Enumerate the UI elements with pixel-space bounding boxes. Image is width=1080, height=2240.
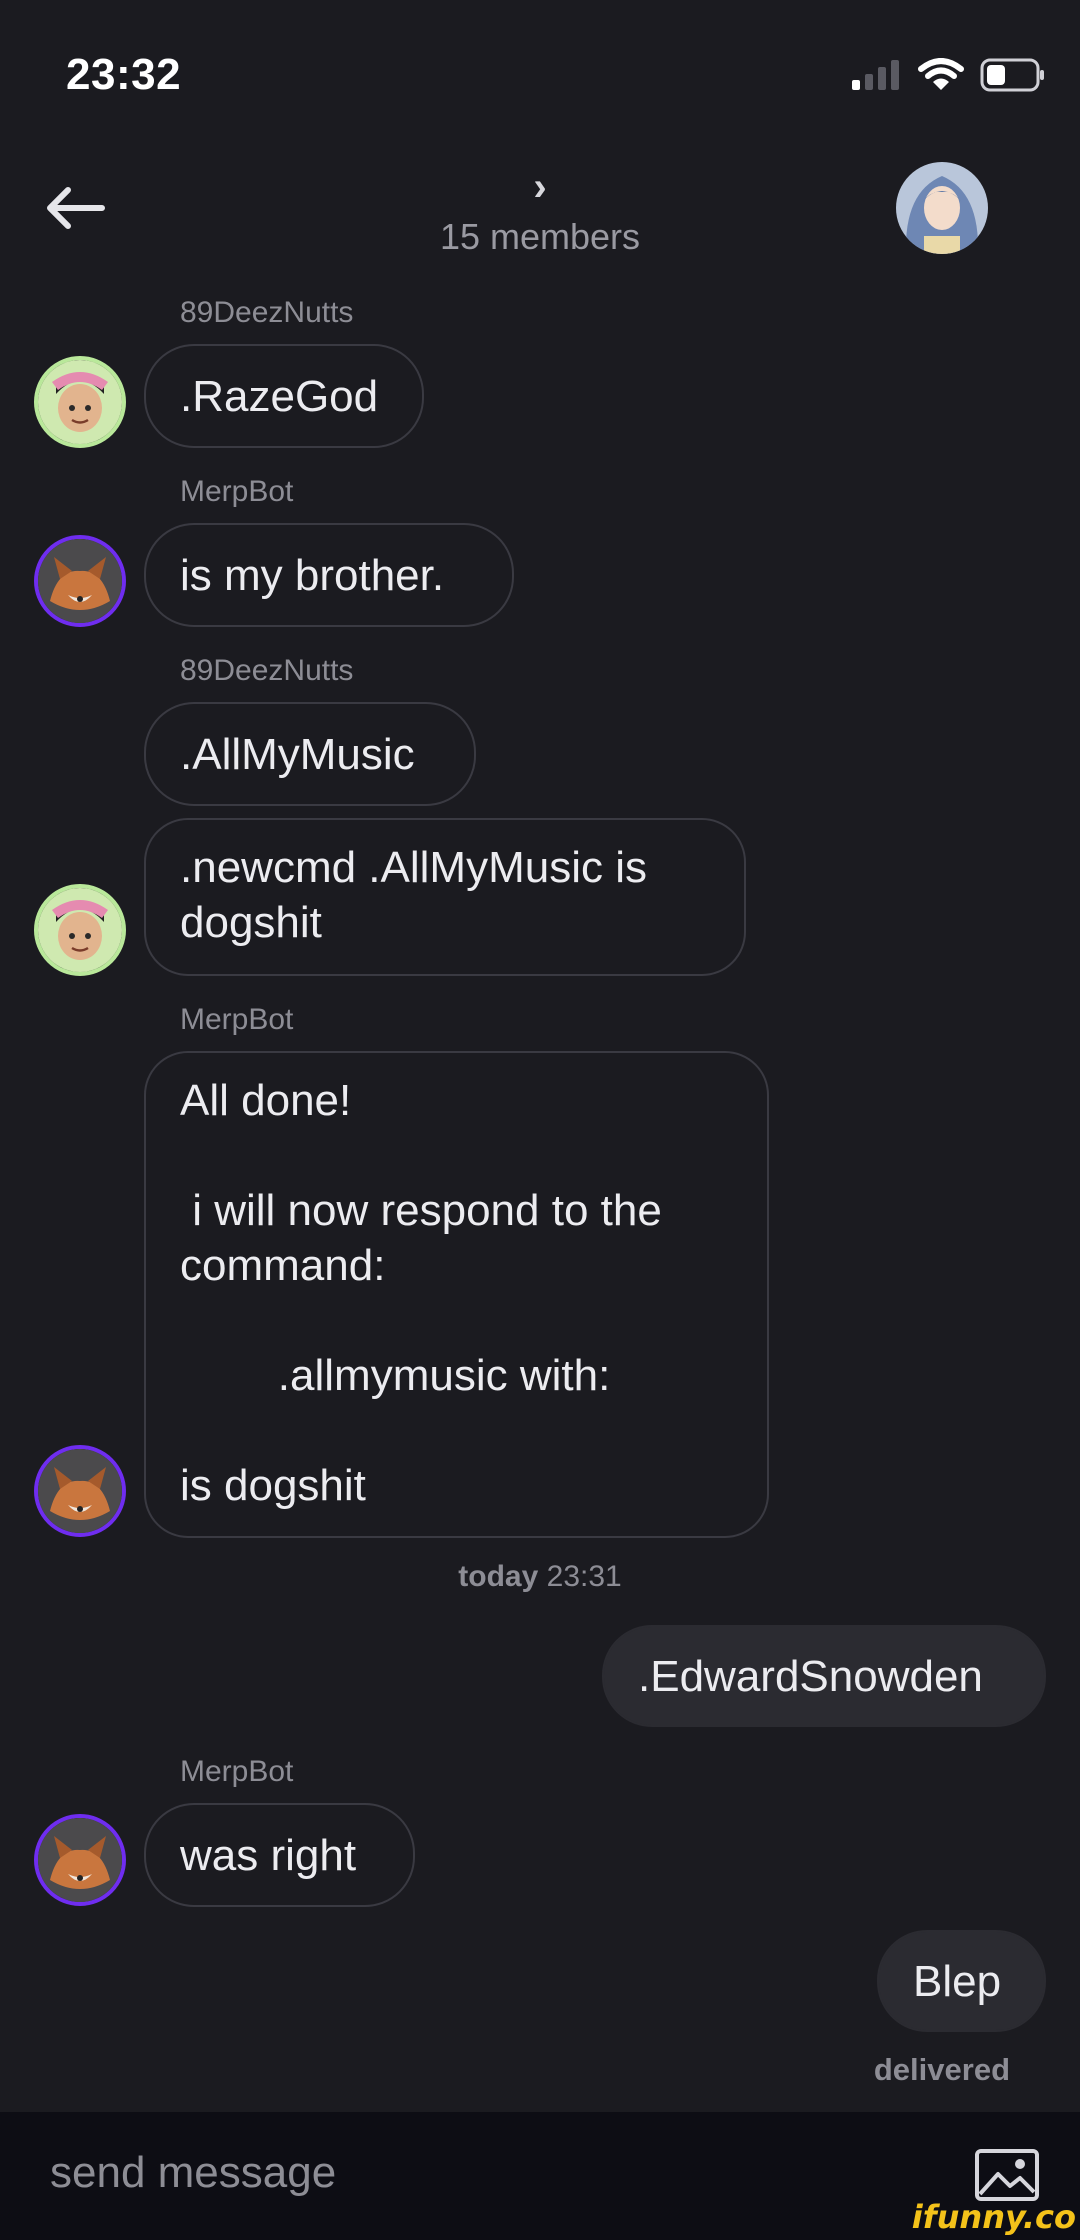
- signal-icon: [852, 60, 899, 90]
- own-message-bubble[interactable]: Blep: [877, 1930, 1046, 2032]
- sender-name: 89DeezNutts: [180, 654, 354, 687]
- message-bubble[interactable]: .AllMyMusic: [144, 702, 476, 806]
- message-bubble[interactable]: .RazeGod: [144, 344, 424, 448]
- ifunny-watermark: ifunny.co: [911, 2198, 1076, 2236]
- status-icons: [852, 58, 1046, 92]
- wifi-icon: [918, 58, 964, 90]
- delivery-status: delivered: [873, 2052, 1010, 2087]
- timestamp-day: today: [458, 1560, 539, 1593]
- sender-name: 89DeezNutts: [180, 296, 354, 329]
- avatar-merpbot[interactable]: [34, 535, 126, 627]
- sender-name: MerpBot: [180, 475, 294, 508]
- message-bubble[interactable]: was right: [144, 1803, 415, 1907]
- status-time: 23:32: [66, 50, 182, 99]
- message-bubble[interactable]: All done! i will now respond to the comm…: [144, 1051, 769, 1538]
- timestamp: today 23:31: [0, 1560, 1080, 1594]
- message-input[interactable]: [48, 2142, 932, 2204]
- group-avatar[interactable]: [896, 162, 988, 254]
- avatar-89deeznutts[interactable]: [34, 884, 126, 976]
- message-bubble[interactable]: .newcmd .AllMyMusic is dogshit: [144, 818, 746, 976]
- own-message-bubble[interactable]: .EdwardSnowden: [602, 1625, 1046, 1727]
- avatar-89deeznutts[interactable]: [34, 356, 126, 448]
- sender-name: MerpBot: [180, 1003, 294, 1036]
- image-icon[interactable]: [974, 2148, 1040, 2202]
- avatar-merpbot[interactable]: [34, 1814, 126, 1906]
- avatar-merpbot[interactable]: [34, 1445, 126, 1537]
- sender-name: MerpBot: [180, 1755, 294, 1788]
- battery-icon: [980, 58, 1044, 92]
- timestamp-time: 23:31: [546, 1560, 622, 1593]
- message-bubble[interactable]: is my brother.: [144, 523, 514, 627]
